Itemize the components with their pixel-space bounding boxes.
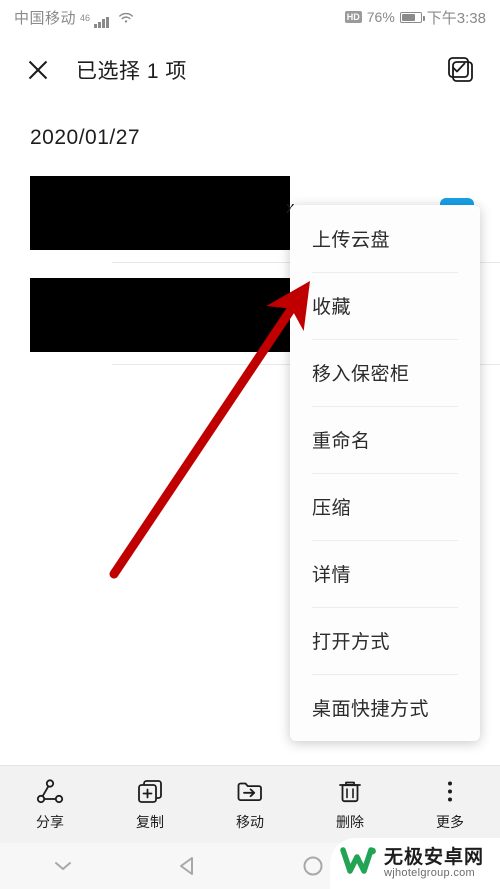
selection-count-title: 已选择 1 项 [76,60,187,83]
watermark-site-name: 无极安卓网 [384,846,485,868]
menu-item-label: 压缩 [312,498,352,519]
menu-item-details[interactable]: 详情 [290,540,480,607]
trash-icon [335,777,365,807]
menu-item-label: 移入保密柜 [312,364,410,385]
action-bar: 已选择 1 项 [0,40,500,100]
more-vertical-icon [435,777,465,807]
menu-item-label: 上传云盘 [312,230,391,251]
toolbar-label: 更多 [436,814,464,830]
watermark-text: 无极安卓网 wjhotelgroup.com [384,846,485,879]
network-generation-label: 46 [80,12,91,23]
back-triangle-icon[interactable] [125,853,250,879]
redacted-filename-bar [30,278,292,352]
menu-item-label: 详情 [312,565,352,586]
menu-item-label: 重命名 [312,431,371,452]
toolbar-button-share[interactable]: 分享 [0,777,100,832]
select-all-checkbox-icon[interactable] [446,55,476,85]
menu-item-move-to-safe[interactable]: 移入保密柜 [290,339,480,406]
toolbar-button-more[interactable]: 更多 [400,777,500,832]
toolbar-label: 移动 [236,814,264,830]
menu-item-label: 收藏 [312,297,352,318]
status-bar: 中国移动 46 HD 76% 下午3:38 [0,0,500,34]
close-icon[interactable] [24,56,52,84]
menu-item-label: 打开方式 [312,632,391,653]
phone-screen: 中国移动 46 HD 76% 下午3:38 已选择 1 项 2020/01/27… [0,0,500,889]
watermark-site-url: wjhotelgroup.com [384,866,476,879]
wifi-icon [118,11,134,28]
share-icon [35,777,65,807]
copy-icon [135,777,165,807]
site-watermark: 无极安卓网 wjhotelgroup.com [330,838,500,889]
status-bar-left: 中国移动 46 [14,7,134,28]
menu-item-desktop-shortcut[interactable]: 桌面快捷方式 [290,674,480,741]
menu-item-favorite[interactable]: 收藏 [290,272,480,339]
menu-item-open-with[interactable]: 打开方式 [290,607,480,674]
date-group-header: 2020/01/27 [30,126,141,149]
toolbar-label: 删除 [336,814,364,830]
chevron-down-icon[interactable] [0,853,125,879]
menu-item-rename[interactable]: 重命名 [290,406,480,473]
toolbar-label: 复制 [136,814,164,830]
move-folder-icon [235,777,265,807]
status-bar-right: HD 76% 下午3:38 [344,7,486,28]
hd-badge: HD [344,11,362,23]
menu-item-compress[interactable]: 压缩 [290,473,480,540]
context-menu: 上传云盘 收藏 移入保密柜 重命名 压缩 详情 打开方式 桌面快捷方式 [290,205,480,741]
battery-icon [399,11,425,23]
toolbar-label: 分享 [36,814,64,830]
toolbar-button-move[interactable]: 移动 [200,777,300,832]
clock-label: 下午3:38 [426,9,486,27]
signal-bars-icon [94,16,109,28]
redacted-filename-bar [30,176,290,250]
bottom-toolbar: 分享 复制 移动 删除 更多 [0,765,500,843]
menu-item-upload-cloud[interactable]: 上传云盘 [290,205,480,272]
toolbar-button-delete[interactable]: 删除 [300,777,400,832]
menu-item-label: 桌面快捷方式 [312,699,430,720]
toolbar-button-copy[interactable]: 复制 [100,777,200,832]
carrier-label: 中国移动 [14,9,77,27]
w-logo-icon [340,844,378,883]
battery-percent-label: 76% [366,9,395,25]
